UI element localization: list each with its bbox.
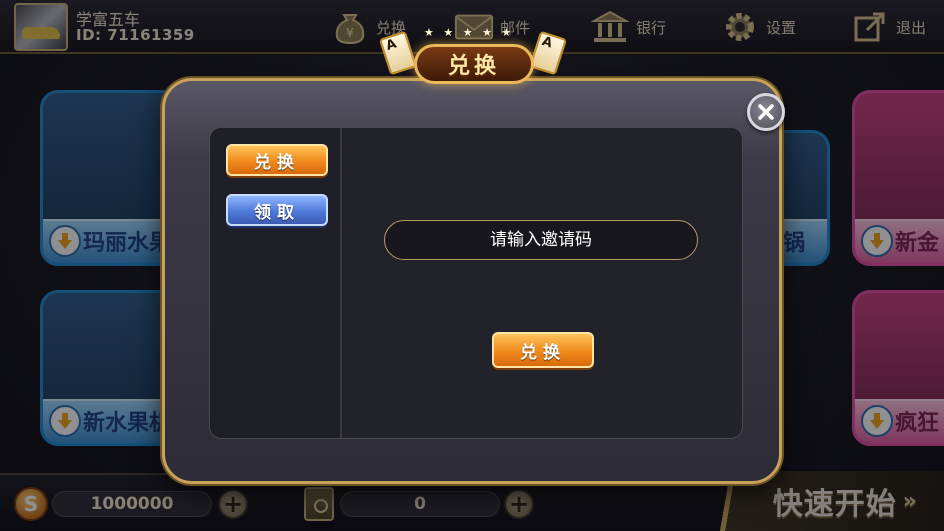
- close-icon: [758, 104, 774, 120]
- playing-card-icon: A: [528, 30, 568, 76]
- exchange-dialog: 兑换 领取 兑换: [162, 78, 785, 484]
- dialog-content: 兑换 领取 兑换: [209, 127, 743, 439]
- invite-code-input[interactable]: [384, 220, 698, 260]
- close-button[interactable]: [747, 93, 785, 131]
- tab-exchange[interactable]: 兑换: [226, 144, 328, 176]
- playing-card-icon: A: [378, 30, 418, 76]
- tab-claim[interactable]: 领取: [226, 194, 328, 226]
- dialog-title: 兑换: [414, 44, 534, 84]
- stars-decoration: ★ ★ ★ ★ ★: [424, 26, 515, 39]
- exchange-submit-button[interactable]: 兑换: [492, 332, 594, 368]
- dialog-title-badge: ★ ★ ★ ★ ★ A A 兑换: [376, 26, 572, 92]
- dialog-tab-panel: 兑换 领取: [210, 128, 342, 438]
